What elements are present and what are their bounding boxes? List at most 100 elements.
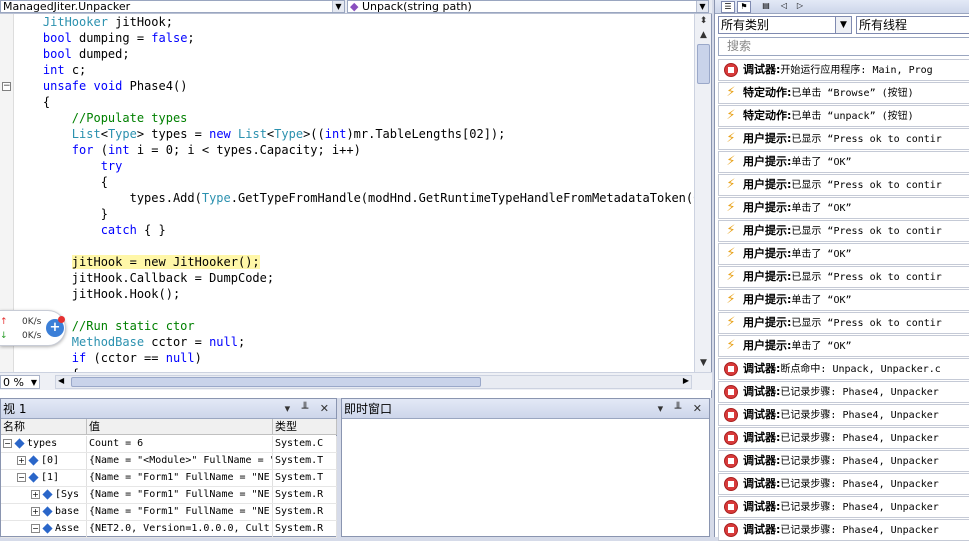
expand-toggle-icon[interactable]: −	[31, 523, 40, 533]
expand-toggle-icon[interactable]: −	[3, 438, 12, 448]
trace-event[interactable]: ⚡ 用户提示:单击了 “OK”	[718, 335, 969, 357]
code-line[interactable]: unsafe void Phase4()	[14, 78, 188, 94]
watch-row-type: System.R	[273, 487, 337, 503]
code-line[interactable]: jitHook.Callback = DumpCode;	[14, 270, 274, 286]
vertical-scrollbar[interactable]: ⬍ ▲ ▼	[694, 14, 711, 372]
trace-event[interactable]: 调试器:已记录步骤: Phase4, Unpacker	[718, 427, 969, 449]
scroll-right-icon[interactable]: ▶	[683, 376, 689, 385]
trace-event[interactable]: ⚡ 用户提示:单击了 “OK”	[718, 151, 969, 173]
back-icon[interactable]: ◁	[777, 1, 791, 13]
immediate-window[interactable]: 即时窗口 ▾ ╨ ✕	[341, 398, 710, 537]
category-filter[interactable]: 所有类别 ▼	[718, 16, 852, 34]
code-area[interactable]: JitHooker jitHook; bool dumping = false;…	[14, 14, 694, 372]
code-line[interactable]: JitHooker jitHook;	[14, 14, 173, 30]
panel-controls[interactable]: ▾ ╨ ✕	[658, 399, 706, 419]
zoom-dropdown[interactable]: 0 % ▼	[0, 375, 40, 389]
thread-view-icon[interactable]: ⚑	[737, 1, 751, 13]
field-icon	[14, 437, 25, 449]
type-dropdown-value: ManagedJiter.Unpacker	[3, 0, 131, 13]
watch-row[interactable]: + [0] {Name = "<Module>" FullName = " Syste…	[1, 453, 337, 470]
column-header-name[interactable]: 名称	[1, 419, 87, 435]
code-line[interactable]: catch { }	[14, 222, 166, 238]
watch-row[interactable]: − Asse {NET2.0, Version=1.0.0.0, Cult Syste…	[1, 521, 337, 538]
step-icon[interactable]: ▷	[793, 1, 807, 13]
collapse-toggle-icon[interactable]: −	[2, 82, 11, 91]
lightning-icon: ⚡	[726, 131, 736, 146]
trace-event[interactable]: 调试器:已记录步骤: Phase4, Unpacker	[718, 496, 969, 518]
code-line[interactable]: bool dumping = false;	[14, 30, 195, 46]
lightning-icon: ⚡	[726, 177, 736, 192]
network-speed-widget[interactable]: ↑ 0K/s ↓ 0K/s +	[0, 310, 66, 346]
expand-toggle-icon[interactable]: +	[31, 489, 40, 499]
column-header-type[interactable]: 类型	[273, 419, 337, 435]
code-editor[interactable]: ManagedJiter.Unpacker ▼ ◆ Unpack(string …	[0, 0, 712, 398]
trace-event[interactable]: ⚡ 用户提示:已显示 “Press ok to contir	[718, 174, 969, 196]
scroll-left-icon[interactable]: ◀	[58, 376, 64, 385]
trace-event[interactable]: ⚡ 用户提示:已显示 “Press ok to contir	[718, 220, 969, 242]
trace-event[interactable]: ⚡ 用户提示:单击了 “OK”	[718, 289, 969, 311]
code-line[interactable]: for (int i = 0; i < types.Capacity; i++)	[14, 142, 361, 158]
expand-toggle-icon[interactable]: +	[17, 455, 26, 465]
settings-icon[interactable]: ▤	[759, 1, 773, 13]
trace-event[interactable]: ⚡ 用户提示:单击了 “OK”	[718, 197, 969, 219]
type-dropdown[interactable]: ManagedJiter.Unpacker ▼	[0, 0, 345, 13]
scroll-up-icon[interactable]: ▲	[696, 28, 711, 43]
expand-toggle-icon[interactable]: −	[17, 472, 26, 482]
watch-row[interactable]: + base {Name = "Form1" FullName = "NE Syste…	[1, 504, 337, 521]
vertical-scroll-thumb[interactable]	[697, 44, 710, 84]
chevron-down-icon[interactable]: ▼	[835, 17, 851, 33]
split-handle-icon[interactable]: ⬍	[696, 14, 711, 29]
trace-event[interactable]: 调试器:已记录步骤: Phase4, Unpacker	[718, 381, 969, 403]
trace-event[interactable]: ⚡ 用户提示:已显示 “Press ok to contir	[718, 128, 969, 150]
code-line[interactable]: try	[14, 158, 123, 174]
trace-event[interactable]: 调试器:开始运行应用程序: Main, Prog	[718, 59, 969, 81]
trace-event[interactable]: ⚡ 特定动作:已单击 “unpack” (按钮)	[718, 105, 969, 127]
member-dropdown[interactable]: ◆ Unpack(string path) ▼	[347, 0, 709, 13]
event-category: 用户提示	[743, 178, 787, 191]
trace-event[interactable]: ⚡ 特定动作:已单击 “Browse” (按钮)	[718, 82, 969, 104]
trace-event[interactable]: 调试器:已记录步骤: Phase4, Unpacker	[718, 404, 969, 426]
chevron-down-icon[interactable]: ▼	[696, 1, 708, 12]
trace-event[interactable]: 调试器:已记录步骤: Phase4, Unpacker	[718, 473, 969, 495]
panel-controls[interactable]: ▾ ╨ ✕	[285, 399, 333, 419]
thread-filter-value: 所有线程	[859, 18, 908, 32]
upload-arrow-icon: ↑	[0, 317, 8, 327]
code-line[interactable]: bool dumped;	[14, 46, 130, 62]
trace-event[interactable]: 调试器:断点命中: Unpack, Unpacker.c	[718, 358, 969, 380]
code-line[interactable]: if (cctor == null)	[14, 350, 202, 366]
chevron-down-icon[interactable]: ▼	[31, 376, 37, 390]
watch-row[interactable]: + [Sys {Name = "Form1" FullName = "NE Syste…	[1, 487, 337, 504]
code-line[interactable]: }	[14, 206, 108, 222]
expand-toggle-icon[interactable]: +	[31, 506, 40, 516]
debugger-stop-icon	[724, 523, 738, 537]
download-arrow-icon: ↓	[0, 331, 8, 341]
lightning-icon: ⚡	[726, 292, 736, 307]
event-category: 用户提示	[743, 339, 787, 352]
code-line[interactable]: List<Type> types = new List<Type>((int)m…	[14, 126, 506, 142]
list-view-icon[interactable]: ☰	[721, 1, 735, 13]
code-line[interactable]: {	[14, 94, 50, 110]
trace-event[interactable]: 调试器:已记录步骤: Phase4, Unpacker	[718, 519, 969, 541]
event-category: 用户提示	[743, 316, 787, 329]
thread-filter[interactable]: 所有线程	[856, 16, 969, 34]
code-line[interactable]: int c;	[14, 62, 86, 78]
watch-row[interactable]: − types Count = 6 System.C	[1, 436, 337, 453]
chevron-down-icon[interactable]: ▼	[332, 1, 344, 12]
column-header-value[interactable]: 值	[87, 419, 273, 435]
trace-search-input[interactable]: 搜索	[718, 37, 969, 56]
code-line[interactable]: {	[14, 174, 108, 190]
trace-event[interactable]: ⚡ 用户提示:已显示 “Press ok to contir	[718, 266, 969, 288]
horizontal-scroll-thumb[interactable]	[71, 377, 481, 387]
watch-row[interactable]: − [1] {Name = "Form1" FullName = "NE System…	[1, 470, 337, 487]
immediate-window-title: 即时窗口 ▾ ╨ ✕	[342, 399, 709, 419]
code-line[interactable]: jitHook.Hook();	[14, 286, 180, 302]
code-line[interactable]: types.Add(Type.GetTypeFromHandle(modHnd.…	[14, 190, 694, 206]
scroll-down-icon[interactable]: ▼	[696, 356, 711, 371]
horizontal-scrollbar[interactable]: ◀ ▶	[55, 375, 692, 389]
trace-event[interactable]: ⚡ 用户提示:已显示 “Press ok to contir	[718, 312, 969, 334]
trace-event[interactable]: ⚡ 用户提示:单击了 “OK”	[718, 243, 969, 265]
trace-event[interactable]: 调试器:已记录步骤: Phase4, Unpacker	[718, 450, 969, 472]
watch-row-type: System.R	[273, 521, 337, 537]
code-line[interactable]: //Populate types	[14, 110, 188, 126]
code-line[interactable]: jitHook = new JitHooker();	[14, 254, 260, 270]
